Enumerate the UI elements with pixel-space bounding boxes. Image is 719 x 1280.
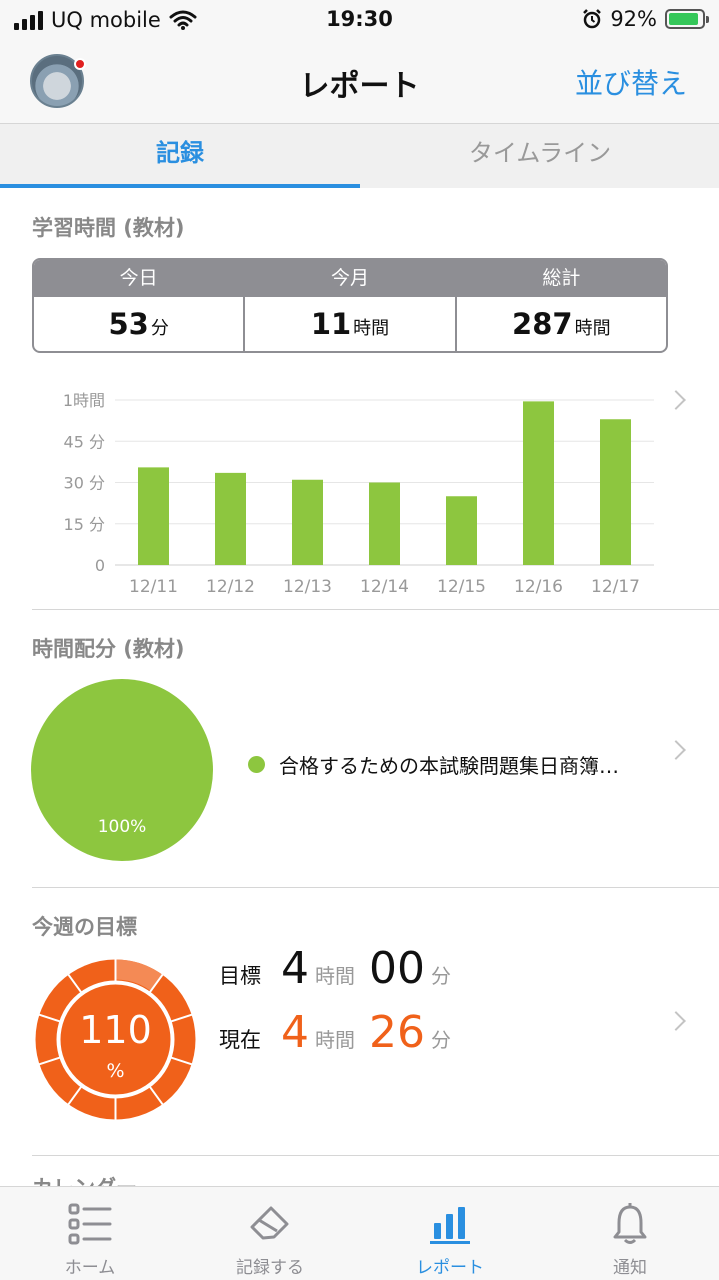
x-tick-label: 12/11 [129, 577, 178, 597]
segment-tabs: 記録 タイムライン [0, 124, 719, 188]
divider [32, 887, 719, 888]
bar-chart-icon [430, 1207, 470, 1244]
summary-value: 53 [108, 307, 149, 341]
legend-swatch [248, 756, 265, 773]
y-tick-label: 1時間 [63, 391, 105, 410]
goal-target-row: 目標 4 時間 00 分 [219, 943, 459, 994]
summary-total: 総計 287 時間 [456, 260, 666, 351]
tabbar-item-report[interactable]: レポート [360, 1187, 540, 1280]
x-tick-label: 12/17 [591, 577, 640, 597]
pie-legend-item[interactable]: 合格するための本試験問題集日商簿… [248, 750, 658, 779]
battery-charging-icon [665, 9, 709, 29]
summary-value: 11 [310, 307, 352, 341]
x-tick-label: 12/12 [206, 577, 255, 597]
x-tick-label: 12/16 [514, 577, 563, 597]
current-hours: 4 [281, 1007, 309, 1058]
list-icon [68, 1203, 112, 1245]
weekly-goal-title: 今週の目標 [32, 915, 137, 939]
bar-12/14 [369, 482, 400, 565]
sort-button[interactable]: 並び替え [575, 62, 687, 102]
summary-unit: 時間 [353, 318, 390, 339]
tabbar-item-home[interactable]: ホーム [0, 1187, 180, 1280]
summary-head: 総計 [456, 260, 666, 297]
tabbar-item-notifications[interactable]: 通知 [540, 1187, 719, 1280]
y-tick-label: 30 分 [64, 474, 105, 493]
summary-head: 今日 [34, 260, 244, 297]
bottom-tab-bar: ホーム 記録する レポート 通知 [0, 1186, 719, 1280]
allocation-pie-chart[interactable]: 100% [31, 679, 213, 861]
bar-12/15 [446, 496, 477, 565]
summary-value: 287 [512, 307, 573, 341]
target-label: 目標 [219, 964, 261, 988]
alarm-icon [583, 9, 602, 29]
study-time-bar-chart[interactable]: 0 15 分 30 分 45 分 1時間 12/11 12/12 12/13 12/14 12/1… [0, 385, 719, 600]
tabbar-item-record[interactable]: 記録する [180, 1187, 360, 1280]
status-right: 92% [582, 7, 709, 31]
bar-12/13 [292, 479, 323, 565]
summary-today: 今日 53 分 [34, 260, 246, 351]
minutes-unit: 分 [431, 964, 451, 988]
gauge-percent-sign: % [106, 1060, 125, 1082]
tab-records[interactable]: 記録 [0, 124, 360, 188]
minutes-unit: 分 [431, 1028, 451, 1052]
tabbar-label: 通知 [613, 1258, 647, 1278]
status-bar: UQ mobile 19:30 92% [0, 0, 719, 44]
legend-label: 合格するための本試験問題集日商簿… [279, 754, 619, 778]
battery-percent: 92% [610, 7, 657, 31]
divider [32, 1155, 719, 1156]
allocation-title: 時間配分 (教材) [32, 637, 185, 661]
x-tick-label: 12/15 [437, 577, 486, 597]
bell-icon [613, 1203, 647, 1244]
bar-12/16 [523, 401, 554, 565]
x-tick-label: 12/14 [360, 577, 409, 597]
nav-bar: レポート 並び替え [0, 44, 719, 124]
study-time-summary: 今日 53 分 今月 11 時間 総計 287 時間 [32, 258, 668, 353]
summary-month: 今月 11 時間 [245, 260, 457, 351]
tabbar-label: 記録する [236, 1258, 304, 1278]
current-minutes: 26 [369, 1007, 425, 1058]
hours-unit: 時間 [315, 1028, 355, 1052]
chevron-right-icon[interactable] [666, 740, 686, 760]
target-hours: 4 [281, 943, 309, 994]
gauge-percent: 110 [79, 1008, 152, 1052]
goal-current-row: 現在 4 時間 26 分 [219, 1007, 459, 1058]
y-tick-label: 0 [95, 556, 105, 575]
pie-percent-label: 100% [97, 817, 147, 837]
summary-unit: 時間 [574, 318, 611, 339]
hours-unit: 時間 [315, 964, 355, 988]
tabbar-label: レポート [416, 1258, 484, 1278]
study-time-title: 学習時間 (教材) [32, 216, 185, 240]
tabbar-label: ホーム [64, 1258, 116, 1278]
x-tick-label: 12/13 [283, 577, 332, 597]
current-label: 現在 [219, 1028, 261, 1052]
tab-timeline[interactable]: タイムライン [360, 124, 719, 188]
target-minutes: 00 [369, 943, 425, 994]
y-tick-label: 15 分 [64, 515, 105, 534]
bar-12/12 [215, 472, 246, 565]
eraser-icon [250, 1206, 289, 1240]
chevron-right-icon[interactable] [666, 1011, 686, 1031]
bar-12/11 [138, 467, 169, 565]
summary-head: 今月 [245, 260, 455, 297]
bar-12/17 [600, 419, 631, 565]
y-tick-label: 45 分 [64, 432, 105, 451]
summary-unit: 分 [150, 318, 169, 339]
divider [32, 609, 719, 610]
